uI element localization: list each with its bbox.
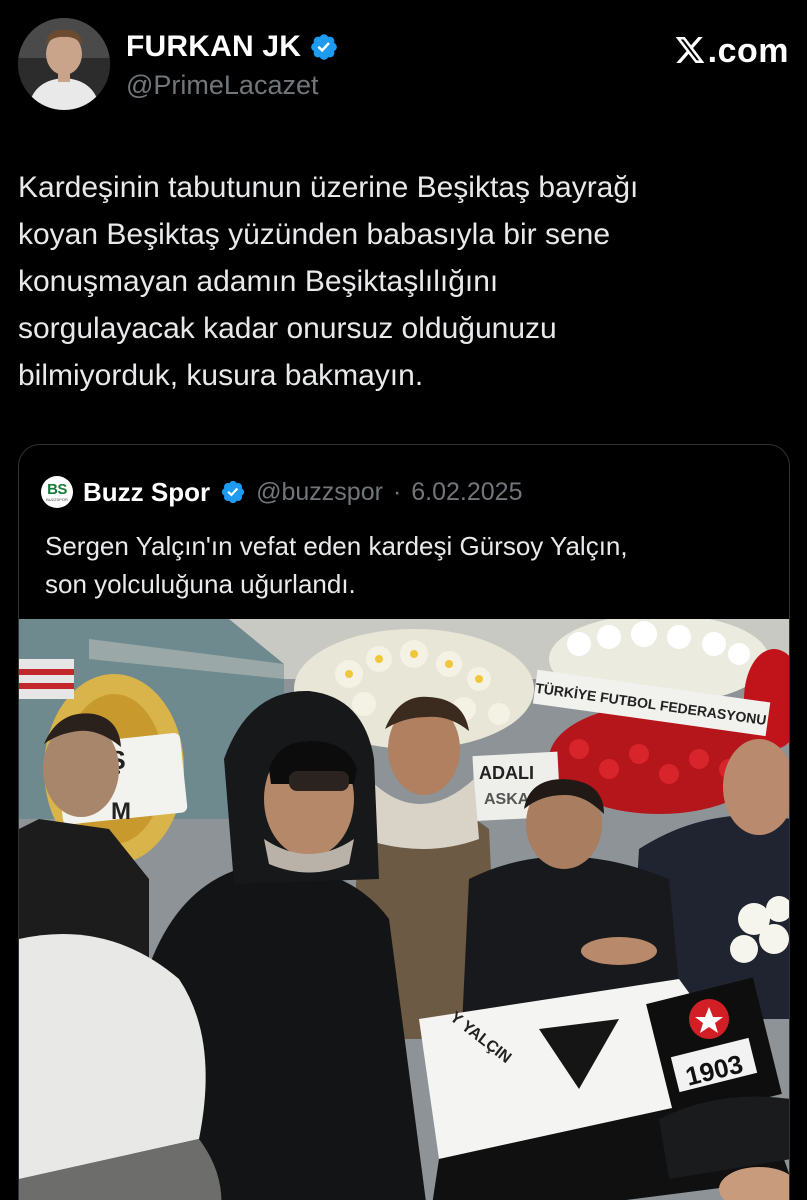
quoted-tweet-card[interactable]: BS BUZZSPOR Buzz Spor @buzzspor · 6.02.2…	[18, 444, 790, 1200]
verified-badge-icon	[311, 34, 337, 60]
brand-domain-text: .com	[707, 32, 789, 70]
quoted-avatar-logo-text: BS	[47, 481, 67, 498]
author-name-row: FURKAN JK	[126, 30, 339, 64]
tweet-screenshot: FURKAN JK @PrimeLacazet .com Kardeşinin …	[0, 0, 807, 1200]
quoted-author-display-name[interactable]: Buzz Spor	[83, 477, 210, 508]
middle-sign-text-top: ADALI	[479, 763, 534, 783]
quoted-avatar-logo-subtext: BUZZSPOR	[46, 497, 68, 502]
tweet-header: FURKAN JK @PrimeLacazet .com	[18, 18, 789, 114]
author-display-name[interactable]: FURKAN JK	[126, 30, 301, 64]
middle-sign-text-bottom: ASKA	[484, 791, 530, 808]
quoted-author-handle[interactable]: @buzzspor	[256, 478, 383, 507]
quoted-tweet-date[interactable]: 6.02.2025	[411, 478, 522, 507]
avatar[interactable]	[18, 18, 110, 110]
left-sign-text-bottom: M	[111, 798, 131, 825]
meta-separator: ·	[392, 477, 402, 506]
verified-badge-icon	[222, 480, 245, 504]
x-logo-icon	[675, 37, 705, 63]
quoted-author-avatar[interactable]: BS BUZZSPOR	[41, 476, 73, 508]
tweet-text: Kardeşinin tabutunun üzerine Beşiktaş ba…	[18, 171, 639, 392]
quoted-tweet-text: Sergen Yalçın'ın vefat eden kardeşi Gürs…	[45, 531, 628, 599]
author-handle[interactable]: @PrimeLacazet	[126, 70, 318, 101]
quoted-tweet-header: BS BUZZSPOR Buzz Spor @buzzspor · 6.02.2…	[41, 475, 522, 509]
quoted-tweet-photo[interactable]: TÜRKİYE FUTBOL FEDERASYONU EŞ M ADALI AS…	[19, 619, 789, 1200]
x-brand: .com	[673, 30, 789, 71]
